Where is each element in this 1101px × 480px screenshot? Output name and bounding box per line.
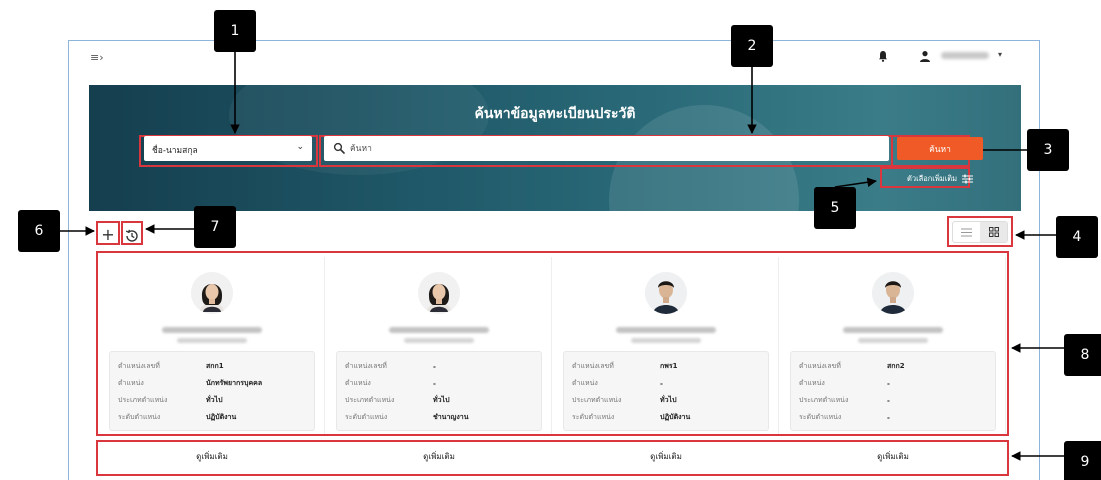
search-field-select-value: ชื่อ-นามสกุล xyxy=(152,146,198,156)
callout-arrows xyxy=(60,52,1064,461)
search-field-select[interactable]: ชื่อ-นามสกุล ⌄ xyxy=(144,136,312,161)
search-box xyxy=(324,136,889,161)
search-button[interactable]: ค้นหา xyxy=(897,137,983,160)
more-options-label: ตัวเลือกเพิ่มเติม xyxy=(907,174,958,183)
search-icon xyxy=(333,142,345,154)
chevron-down-icon: ⌄ xyxy=(296,142,304,152)
page-title: ค้นหาข้อมูลทะเบียนประวัติ xyxy=(474,106,636,122)
more-options-button[interactable]: ตัวเลือกเพิ่มเติม xyxy=(903,171,977,187)
search-input[interactable] xyxy=(350,139,870,158)
annotated-screenshot: ≡› ▾ ค้นหาข้อมูลทะเบียนประวัติ ชื่อ-นามส… xyxy=(0,0,1101,480)
filter-sliders-icon xyxy=(962,174,974,184)
